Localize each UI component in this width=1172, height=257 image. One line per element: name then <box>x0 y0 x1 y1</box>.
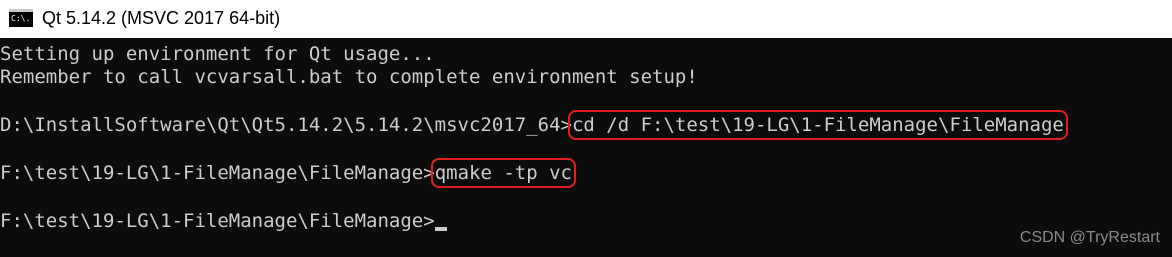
console-line: Remember to call vcvarsall.bat to comple… <box>0 66 698 88</box>
window-title: Qt 5.14.2 (MSVC 2017 64-bit) <box>42 8 281 28</box>
text-cursor <box>434 227 447 231</box>
highlighted-command: cd /d F:\test\19-LG\1-FileManage\FileMan… <box>567 110 1068 140</box>
command-line: F:\test\19-LG\1-FileManage\FileManage> <box>0 209 447 233</box>
title-bar: C:\. Qt 5.14.2 (MSVC 2017 64-bit) <box>0 0 1172 38</box>
console-output[interactable]: Setting up environment for Qt usage... R… <box>0 38 1172 257</box>
highlighted-command: qmake -tp vc <box>430 158 576 188</box>
prompt: F:\test\19-LG\1-FileManage\FileManage> <box>0 162 435 184</box>
command-line: F:\test\19-LG\1-FileManage\FileManage>qm… <box>0 158 576 188</box>
command-line: D:\InstallSoftware\Qt\Qt5.14.2\5.14.2\ms… <box>0 110 1068 140</box>
watermark: CSDN @TryRestart <box>1019 229 1160 246</box>
console-line: Setting up environment for Qt usage... <box>0 43 435 65</box>
prompt: F:\test\19-LG\1-FileManage\FileManage> <box>0 210 435 232</box>
prompt: D:\InstallSoftware\Qt\Qt5.14.2\5.14.2\ms… <box>0 114 572 136</box>
command-prompt-icon: C:\. <box>9 9 33 27</box>
